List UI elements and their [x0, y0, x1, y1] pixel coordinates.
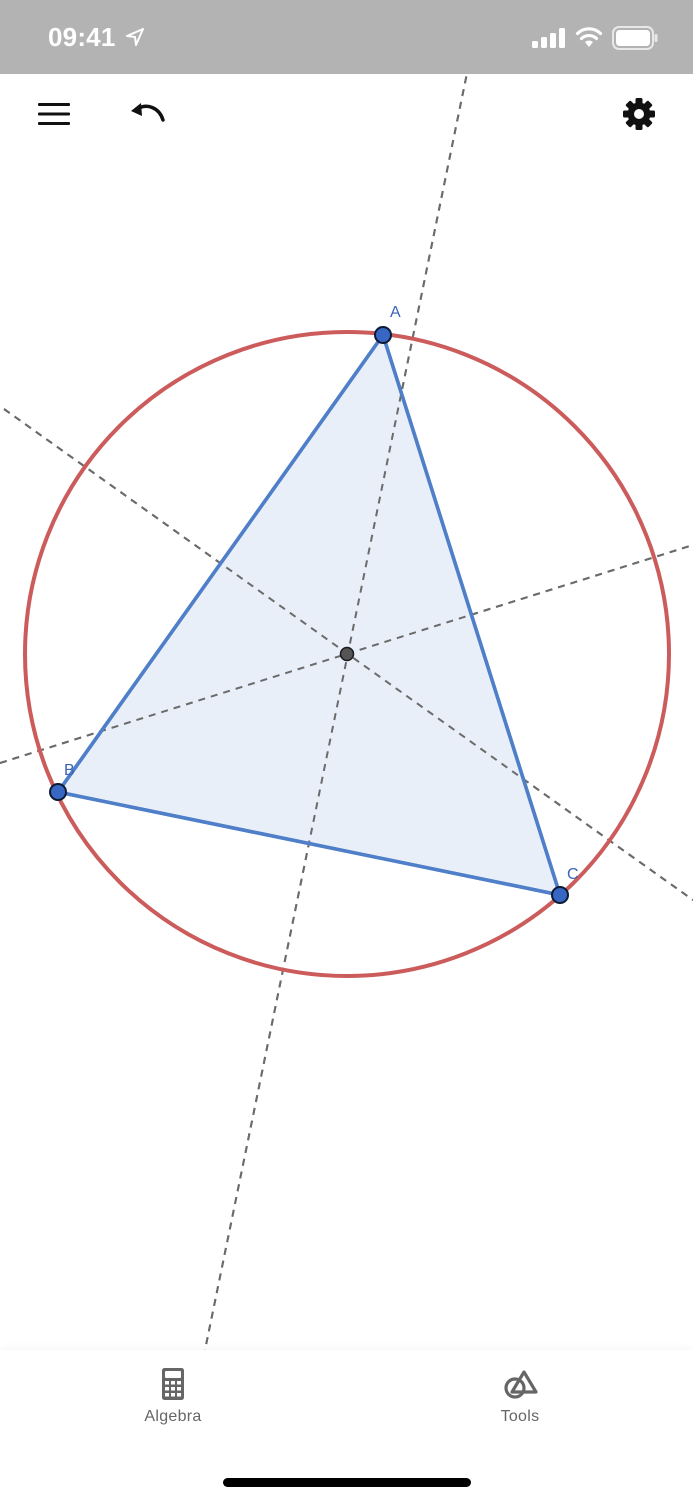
- point-b-label: B: [64, 762, 75, 779]
- calculator-icon: [162, 1368, 184, 1400]
- tab-tools[interactable]: Tools: [460, 1366, 580, 1430]
- undo-button[interactable]: [121, 88, 173, 140]
- status-bar: 09:41: [0, 0, 693, 74]
- hamburger-menu-icon: [38, 103, 70, 125]
- tab-tools-label: Tools: [500, 1408, 540, 1425]
- geometry-tools-icon: [504, 1370, 538, 1399]
- point-a[interactable]: [374, 326, 392, 344]
- home-indicator: [223, 1478, 471, 1487]
- point-c-label: C: [567, 866, 579, 883]
- triangle-abc[interactable]: [56, 333, 562, 897]
- point-a-label: A: [390, 304, 401, 321]
- location-arrow-icon: [126, 28, 144, 46]
- undo-icon: [131, 103, 165, 122]
- wifi-icon: [575, 27, 603, 47]
- cellular-signal-icon: [532, 28, 565, 48]
- menu-button[interactable]: [28, 88, 80, 140]
- status-time: 09:41: [48, 22, 116, 52]
- point-b[interactable]: [49, 783, 67, 801]
- tab-algebra[interactable]: Algebra: [113, 1366, 233, 1430]
- point-c[interactable]: [551, 886, 569, 904]
- gear-icon: [623, 98, 655, 130]
- settings-button[interactable]: [613, 88, 665, 140]
- circumcenter-point[interactable]: [339, 646, 355, 662]
- battery-icon: [612, 26, 658, 50]
- geometry-canvas[interactable]: A B C: [0, 74, 693, 1350]
- tab-algebra-label: Algebra: [144, 1408, 202, 1425]
